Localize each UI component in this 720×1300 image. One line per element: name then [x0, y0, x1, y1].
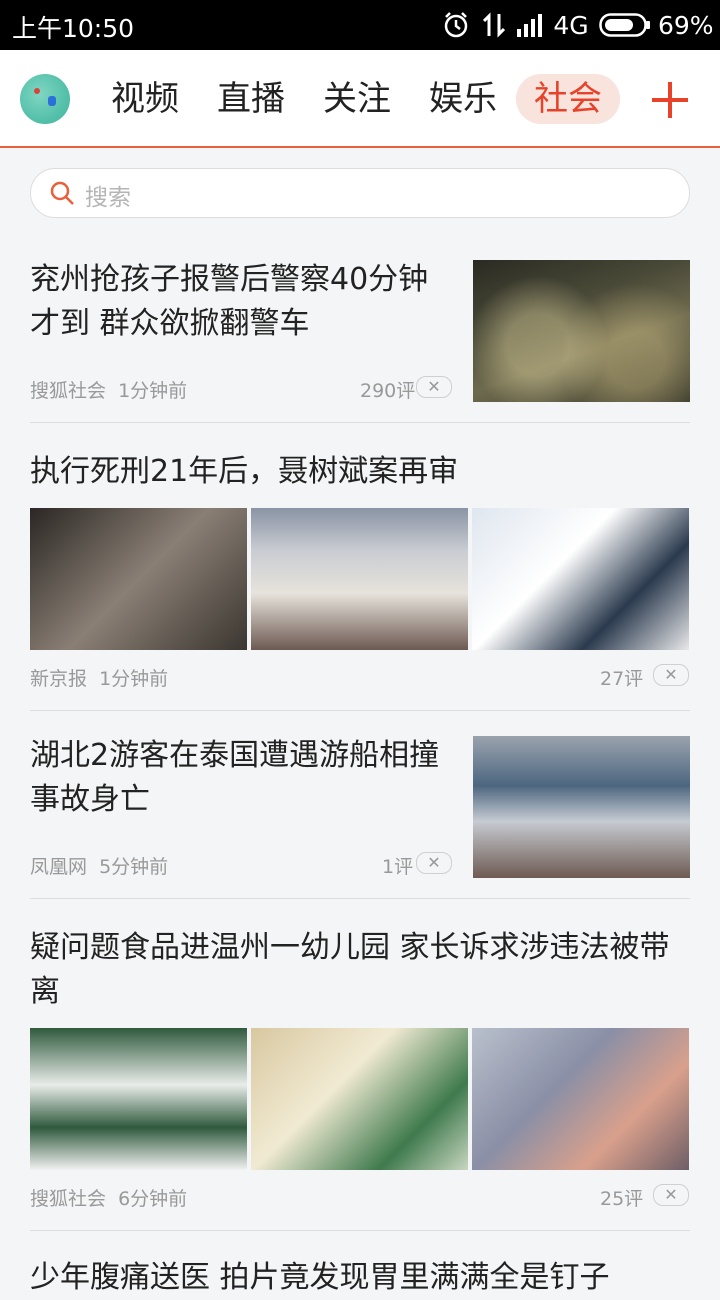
news-item[interactable]: 少年腹痛送医 拍片竟发现胃里满满全是钉子 [30, 1256, 690, 1300]
avatar-marker [34, 88, 40, 94]
news-time: 5分钟前 [99, 856, 169, 878]
signal-icon [514, 0, 548, 50]
news-thumbnail[interactable] [251, 508, 468, 650]
news-time: 1分钟前 [118, 380, 188, 402]
news-meta: 新京报 1分钟前 [30, 664, 168, 691]
news-title[interactable]: 少年腹痛送医 拍片竟发现胃里满满全是钉子 [30, 1256, 690, 1300]
add-channel-icon[interactable] [648, 78, 692, 122]
comment-count: 1评 [382, 856, 414, 878]
tab-entertainment[interactable]: 娱乐 [426, 74, 500, 124]
news-thumbnail[interactable] [473, 736, 690, 878]
tab-live[interactable]: 直播 [214, 74, 288, 124]
news-meta: 凤凰网 5分钟前 [30, 852, 168, 879]
news-source: 搜狐社会 [30, 1188, 107, 1210]
dismiss-button[interactable]: ✕ [416, 852, 452, 874]
news-thumbnail[interactable] [472, 508, 689, 650]
comment-count: 27评 [600, 668, 644, 690]
news-title[interactable]: 兖州抢孩子报警后警察40分钟才到 群众欲掀翻警车 [30, 258, 450, 346]
divider [30, 1230, 690, 1231]
dismiss-button[interactable]: ✕ [653, 664, 689, 686]
news-thumbnail[interactable] [472, 1028, 689, 1170]
divider [30, 710, 690, 711]
data-transfer-icon [480, 0, 508, 50]
dismiss-button[interactable]: ✕ [416, 376, 452, 398]
news-source: 凤凰网 [30, 856, 88, 878]
search-placeholder: 搜索 [85, 185, 131, 211]
battery-icon [598, 0, 652, 50]
news-thumbnail[interactable] [30, 508, 247, 650]
status-time: 上午10:50 [12, 14, 135, 43]
avatar-marker [48, 96, 56, 106]
battery-percent: 69% [658, 10, 714, 40]
dismiss-button[interactable]: ✕ [653, 1184, 689, 1206]
comment-count: 25评 [600, 1188, 644, 1210]
news-thumbnail[interactable] [30, 1028, 247, 1170]
alarm-icon [440, 0, 472, 50]
news-source: 新京报 [30, 668, 88, 690]
news-time: 1分钟前 [99, 668, 169, 690]
divider [30, 898, 690, 899]
news-title[interactable]: 执行死刑21年后，聂树斌案再审 [30, 450, 690, 494]
news-meta: 搜狐社会 1分钟前 [30, 376, 187, 403]
comment-count: 290评 [360, 380, 416, 402]
divider [30, 422, 690, 423]
search-input[interactable]: 搜索 [30, 168, 690, 218]
channel-nav: 视频 直播 关注 娱乐 社会 [0, 50, 720, 148]
tab-society[interactable]: 社会 [516, 74, 620, 124]
status-bar: 上午10:50 4G 69% [0, 0, 720, 50]
tab-video[interactable]: 视频 [108, 74, 182, 124]
tab-follow[interactable]: 关注 [320, 74, 394, 124]
news-time: 6分钟前 [118, 1188, 188, 1210]
news-source: 搜狐社会 [30, 380, 107, 402]
channel-tabs: 视频 直播 关注 娱乐 社会 [90, 50, 620, 146]
news-title[interactable]: 疑问题食品进温州一幼儿园 家长诉求涉违法被带离 [30, 926, 690, 1014]
news-meta: 搜狐社会 6分钟前 [30, 1184, 187, 1211]
news-thumbnail[interactable] [251, 1028, 468, 1170]
avatar[interactable] [20, 74, 70, 124]
news-thumbnail[interactable] [473, 260, 690, 402]
news-title[interactable]: 湖北2游客在泰国遭遇游船相撞事故身亡 [30, 734, 450, 822]
search-icon [49, 180, 75, 206]
network-type: 4G [553, 10, 589, 40]
